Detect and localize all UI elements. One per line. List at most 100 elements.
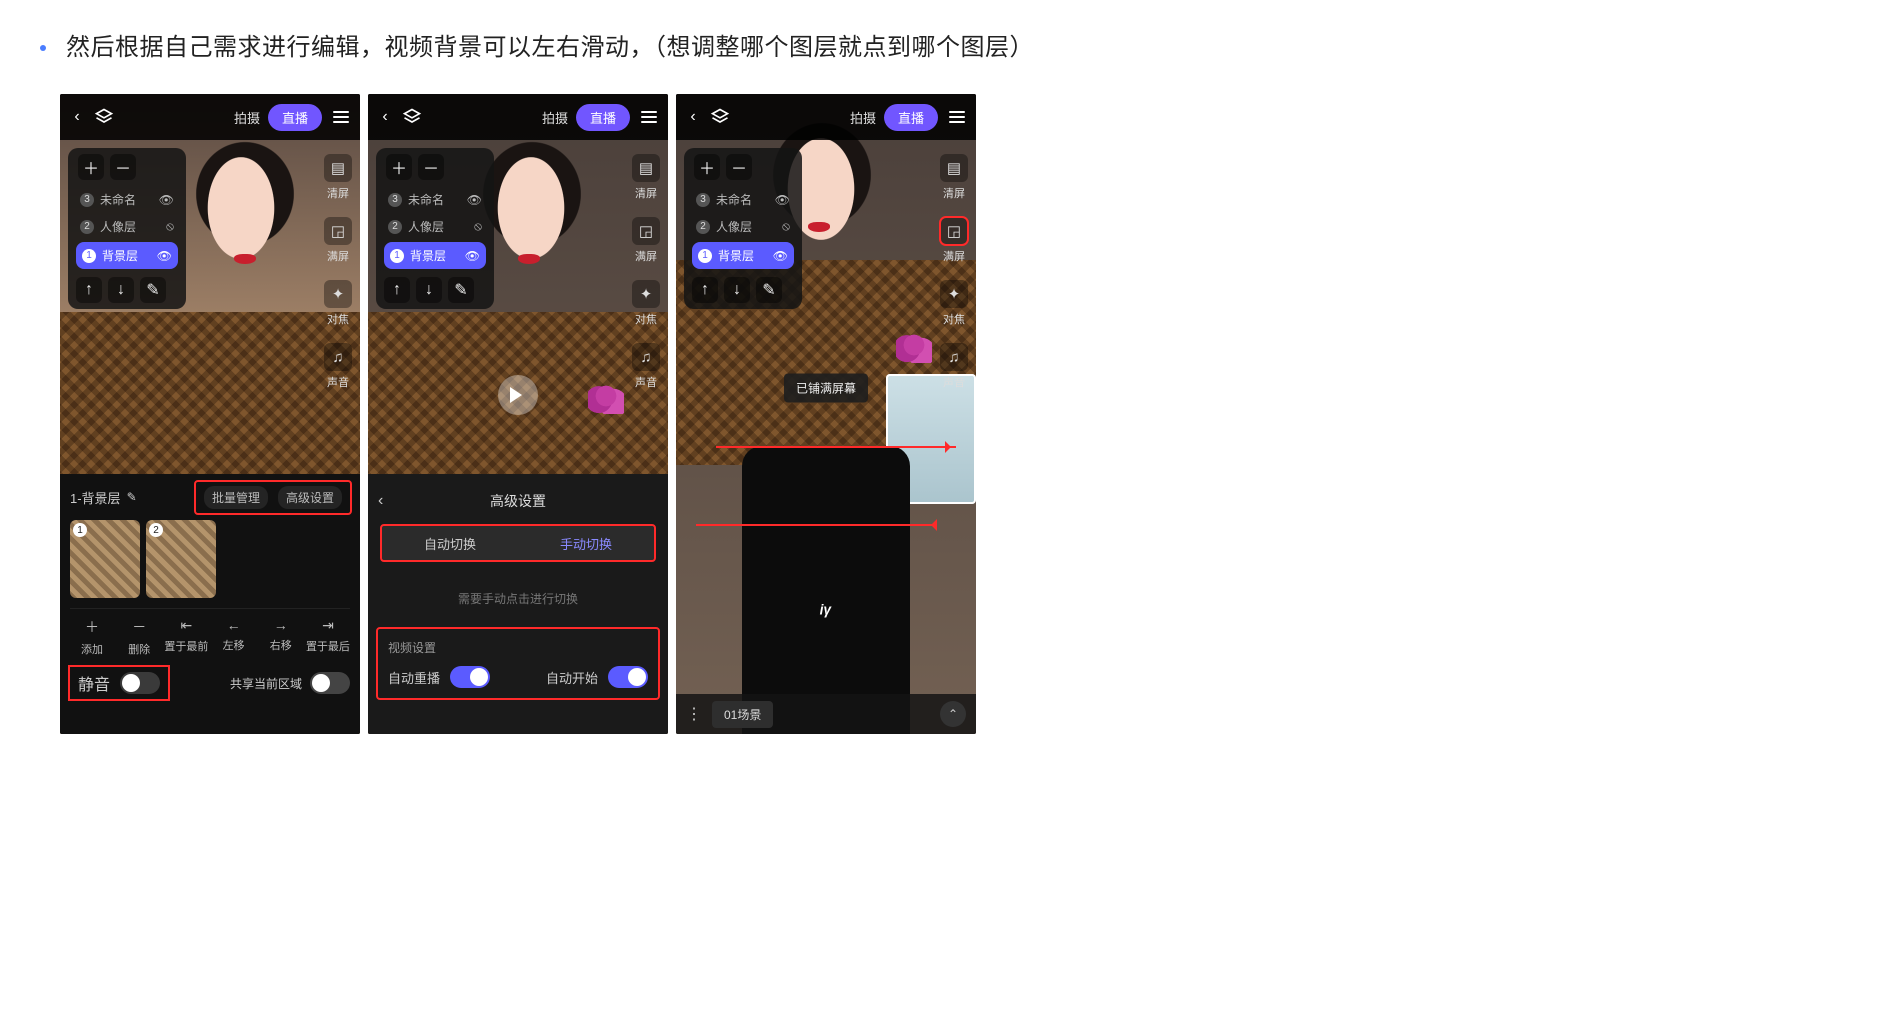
layer-remove-button[interactable]: － — [726, 154, 752, 180]
mute-row-highlighted: 静音 — [70, 667, 168, 699]
live-tab[interactable]: 直播 — [884, 104, 938, 131]
to-back-icon: ⇥ — [322, 617, 334, 634]
layer-item-1-active[interactable]: 1背景层👁 — [692, 242, 794, 269]
auto-replay-toggle[interactable] — [450, 666, 490, 688]
bottom-editor-panel: 1-背景层✎ 批量管理 高级设置 ＋添加 －删除 ⇤置于最前 ←左移 →右移 ⇥… — [60, 474, 360, 734]
thumbnail-2[interactable] — [146, 520, 216, 598]
mute-label: 静音 — [78, 671, 110, 695]
eye-icon[interactable]: 👁 — [159, 193, 174, 207]
live-tab[interactable]: 直播 — [576, 104, 630, 131]
move-up-icon[interactable]: ↑ — [384, 277, 410, 303]
layer-remove-button[interactable]: － — [110, 154, 136, 180]
tool-clear[interactable]: ▤清屏 — [940, 154, 968, 201]
layer-item-2[interactable]: 2人像层⦸ — [688, 213, 798, 240]
menu-icon[interactable] — [638, 106, 660, 128]
auto-start-label: 自动开始 — [546, 668, 598, 687]
edit-icon[interactable]: ✎ — [140, 277, 166, 303]
panel-back-icon[interactable]: ‹ — [378, 492, 398, 510]
layers-icon[interactable] — [94, 107, 114, 127]
eye-icon[interactable]: 👁 — [775, 193, 790, 207]
move-up-icon[interactable]: ↑ — [76, 277, 102, 303]
auto-start-toggle[interactable] — [608, 666, 648, 688]
menu-icon[interactable] — [946, 106, 968, 128]
layers-icon[interactable] — [402, 107, 422, 127]
video-settings-highlighted: 视频设置 自动重播 自动开始 — [378, 629, 658, 698]
eye-hidden-icon[interactable]: ⦸ — [166, 219, 174, 234]
shoot-tab[interactable]: 拍摄 — [234, 108, 260, 127]
layer-item-3[interactable]: 3 未命名 👁 — [72, 186, 182, 213]
eye-hidden-icon[interactable]: ⦸ — [782, 219, 790, 234]
tool-focus[interactable]: ✦对焦 — [632, 280, 660, 327]
layer-item-1-active[interactable]: 1 背景层 👁 — [76, 242, 178, 269]
eye-icon[interactable]: 👁 — [157, 249, 172, 263]
switch-mode-segment-highlighted: 自动切换 手动切换 — [382, 526, 654, 560]
move-down-icon[interactable]: ↓ — [416, 277, 442, 303]
layer-item-3[interactable]: 3未命名👁 — [380, 186, 490, 213]
auto-switch-tab[interactable]: 自动切换 — [382, 526, 518, 560]
layer-item-2[interactable]: 2 人像层 ⦸ — [72, 213, 182, 240]
move-up-icon[interactable]: ↑ — [692, 277, 718, 303]
layer-add-button[interactable]: ＋ — [386, 154, 412, 180]
move-down-icon[interactable]: ↓ — [108, 277, 134, 303]
editor-header-actions-highlighted: 批量管理 高级设置 — [196, 482, 350, 513]
batch-manage-button[interactable]: 批量管理 — [204, 486, 268, 509]
tool-focus[interactable]: ✦对焦 — [940, 280, 968, 327]
right-tool-column: ▤清屏 ◲满屏 ✦对焦 ♫声音 — [632, 154, 660, 390]
eye-icon[interactable]: 👁 — [467, 193, 482, 207]
shoot-tab[interactable]: 拍摄 — [850, 108, 876, 127]
layer-number: 3 — [388, 193, 402, 207]
scene-label[interactable]: 01场景 — [712, 701, 773, 728]
layer-item-1-active[interactable]: 1背景层👁 — [384, 242, 486, 269]
layer-label: 人像层 — [100, 218, 136, 235]
move-down-icon[interactable]: ↓ — [724, 277, 750, 303]
back-icon[interactable]: ‹ — [684, 108, 702, 126]
op-move-left[interactable]: ←左移 — [212, 617, 256, 657]
tool-fullscreen[interactable]: ◲满屏 — [324, 217, 352, 264]
layer-remove-button[interactable]: － — [418, 154, 444, 180]
manual-switch-tab[interactable]: 手动切换 — [518, 526, 654, 560]
op-to-back[interactable]: ⇥置于最后 — [306, 617, 350, 657]
play-icon[interactable] — [498, 375, 538, 415]
op-delete[interactable]: －删除 — [117, 617, 161, 657]
layer-add-button[interactable]: ＋ — [694, 154, 720, 180]
tool-clear[interactable]: ▤清屏 — [324, 154, 352, 201]
right-tool-column: ▤清屏 ◲满屏 ✦对焦 ♫声音 — [940, 154, 968, 390]
share-region-toggle[interactable] — [310, 672, 350, 694]
op-add[interactable]: ＋添加 — [70, 617, 114, 657]
shoot-tab[interactable]: 拍摄 — [542, 108, 568, 127]
layers-icon[interactable] — [710, 107, 730, 127]
layer-number: 3 — [80, 193, 94, 207]
live-tab[interactable]: 直播 — [268, 104, 322, 131]
edit-icon[interactable]: ✎ — [756, 277, 782, 303]
mute-toggle[interactable] — [120, 672, 160, 694]
expand-icon[interactable]: ⌃ — [940, 701, 966, 727]
tool-sound[interactable]: ♫声音 — [632, 343, 660, 390]
more-icon[interactable]: ⋮ — [686, 704, 702, 724]
eye-icon[interactable]: 👁 — [465, 249, 480, 263]
tool-sound[interactable]: ♫声音 — [940, 343, 968, 390]
right-tool-column: ▤清屏 ◲满屏 ✦对焦 ♫声音 — [324, 154, 352, 390]
editor-title[interactable]: 1-背景层✎ — [70, 488, 137, 507]
tool-fullscreen-highlighted[interactable]: ◲满屏 — [940, 217, 968, 264]
focus-icon: ✦ — [632, 280, 660, 308]
tool-fullscreen[interactable]: ◲满屏 — [632, 217, 660, 264]
back-icon[interactable]: ‹ — [376, 108, 394, 126]
op-to-front[interactable]: ⇤置于最前 — [164, 617, 208, 657]
layer-item-3[interactable]: 3未命名👁 — [688, 186, 798, 213]
edit-icon[interactable]: ✎ — [448, 277, 474, 303]
layer-label: 人像层 — [408, 218, 444, 235]
thumbnail-1[interactable] — [70, 520, 140, 598]
scene-bar: ⋮ 01场景 ⌃ — [676, 694, 976, 734]
layer-add-button[interactable]: ＋ — [78, 154, 104, 180]
tool-clear[interactable]: ▤清屏 — [632, 154, 660, 201]
tool-focus[interactable]: ✦对焦 — [324, 280, 352, 327]
advanced-settings-button[interactable]: 高级设置 — [278, 486, 342, 509]
layer-item-2[interactable]: 2人像层⦸ — [380, 213, 490, 240]
menu-icon[interactable] — [330, 106, 352, 128]
op-move-right[interactable]: →右移 — [259, 617, 303, 657]
eye-hidden-icon[interactable]: ⦸ — [474, 219, 482, 234]
back-icon[interactable]: ‹ — [68, 108, 86, 126]
tool-sound[interactable]: ♫声音 — [324, 343, 352, 390]
layer-label: 背景层 — [102, 247, 138, 264]
eye-icon[interactable]: 👁 — [773, 249, 788, 263]
